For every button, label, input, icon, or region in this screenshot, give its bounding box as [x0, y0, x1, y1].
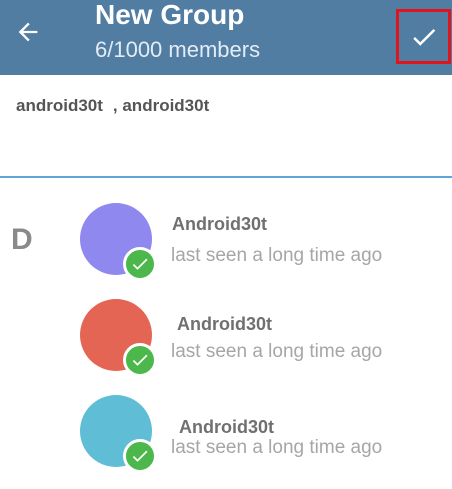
contact-last-seen: last seen a long time ago	[171, 341, 383, 362]
contact-name: Android30t	[177, 314, 273, 334]
contact-name: Android30t	[172, 214, 268, 234]
selected-chip[interactable]: android30t	[16, 96, 103, 115]
checkmark-icon	[132, 354, 148, 366]
selected-members-field[interactable]: android30t , android30t	[0, 75, 452, 176]
new-group-screen: New Group 6/1000 members android30t , and…	[0, 0, 452, 489]
back-button[interactable]	[8, 12, 48, 52]
app-bar: New Group 6/1000 members	[0, 0, 452, 75]
selected-check-badge	[123, 343, 157, 377]
selected-check-badge	[123, 247, 157, 281]
arrow-left-icon	[18, 22, 38, 42]
page-title: New Group	[95, 0, 245, 30]
contact-last-seen: last seen a long time ago	[171, 437, 383, 458]
member-count: 6/1000 members	[95, 37, 261, 62]
contact-last-seen: last seen a long time ago	[171, 245, 383, 266]
contact-row[interactable]: Android30t last seen a long time ago	[0, 299, 452, 389]
input-underline	[0, 176, 452, 178]
checkmark-icon	[132, 450, 148, 462]
contact-row[interactable]: Android30t last seen a long time ago	[0, 395, 452, 485]
selected-check-badge	[123, 439, 157, 473]
checkmark-icon	[132, 258, 148, 270]
selected-chips: android30t , android30t	[16, 96, 209, 116]
contact-name: Android30t	[179, 417, 275, 437]
selected-chip[interactable]: , android30t	[113, 96, 209, 115]
checkmark-icon	[412, 28, 435, 46]
done-button[interactable]	[396, 9, 451, 64]
contact-row[interactable]: Android30t last seen a long time ago	[0, 203, 452, 293]
